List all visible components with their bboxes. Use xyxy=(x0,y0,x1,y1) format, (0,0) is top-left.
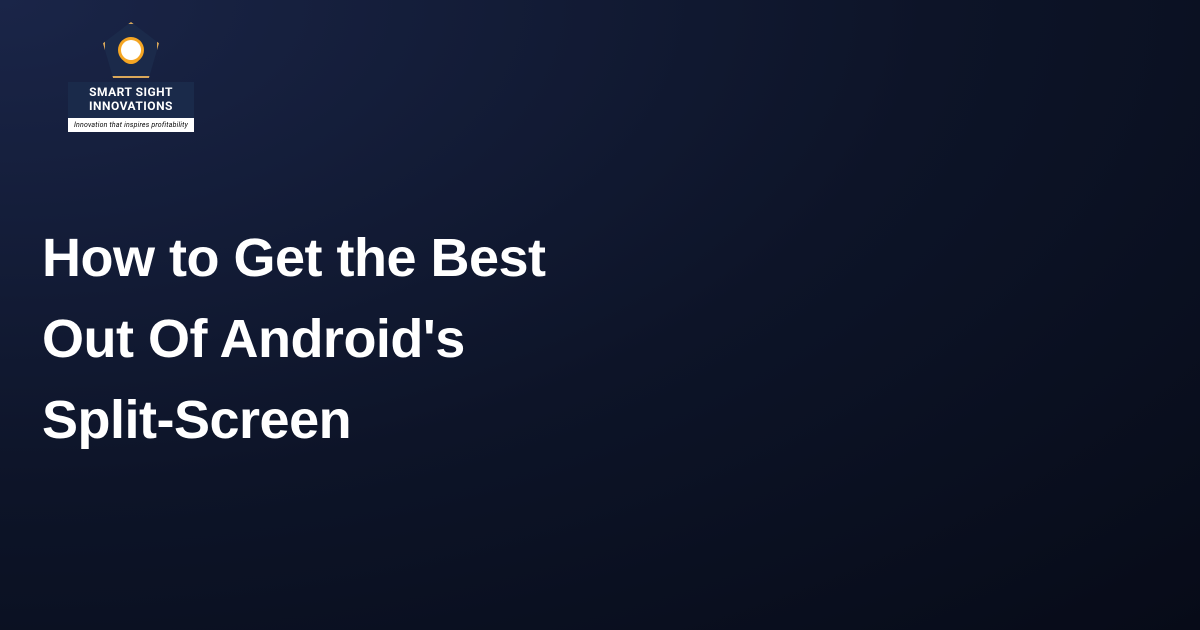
brand-logo: SMART SIGHTINNOVATIONS Innovation that i… xyxy=(68,22,194,132)
logo-tagline: Innovation that inspires profitability xyxy=(68,118,194,132)
logo-name: SMART SIGHTINNOVATIONS xyxy=(68,82,194,118)
article-headline: How to Get the Best Out Of Android's Spl… xyxy=(42,218,562,461)
logo-pentagon xyxy=(103,22,159,78)
lightbulb-icon xyxy=(121,40,141,60)
